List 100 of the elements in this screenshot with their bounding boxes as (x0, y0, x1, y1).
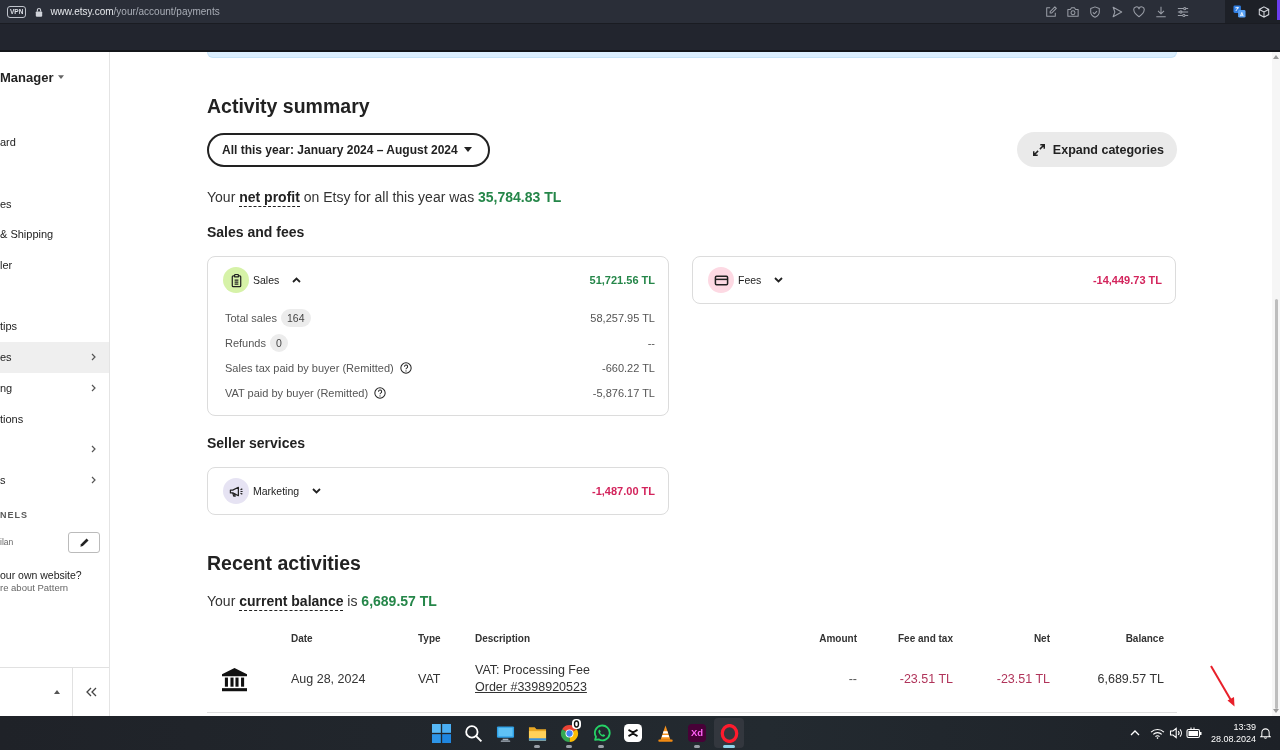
ring-icon (719, 723, 739, 743)
help-icon[interactable] (399, 361, 412, 374)
chevron-up-icon[interactable] (1129, 730, 1140, 736)
channel-name: ilan (0, 537, 14, 548)
sidebar-item[interactable]: es (0, 341, 109, 373)
clock-time[interactable]: 13:39 (1233, 721, 1256, 733)
promo-title: our own website? (0, 568, 83, 583)
search-icon (463, 723, 483, 743)
line-item-label: Refunds (225, 336, 266, 349)
lock-icon (35, 6, 44, 17)
type-cell-text: VAT (418, 672, 442, 686)
line-item-value: -5,876.17 TL (592, 386, 655, 399)
net-cell-text: -23.51 TL (995, 672, 1050, 686)
collapse-sidebar-icon[interactable] (85, 687, 97, 697)
amount-cell-text: -- (847, 672, 857, 686)
section-heading: Seller services (207, 434, 307, 453)
monitor-icon (495, 723, 515, 743)
line-item-label: Sales tax paid by buyer (Remitted) (225, 361, 394, 374)
count-badge: 164 (281, 308, 311, 327)
fee-cell-text: -23.51 TL (898, 672, 953, 686)
date-range-dropdown[interactable]: All this year: January 2024 – August 2024 (207, 132, 490, 167)
expand-categories-button[interactable]: Expand categories (1016, 132, 1177, 167)
category-total: 51,721.56 TL (589, 274, 655, 286)
section-title: Activity summary (207, 94, 371, 118)
shop-manager-menu[interactable]: Manager (0, 52, 109, 102)
send-icon[interactable] (1111, 5, 1123, 18)
category-toggle[interactable]: Marketing (253, 485, 322, 497)
column-header: Date (291, 632, 314, 644)
expand-icon (1031, 142, 1046, 157)
sidebar-item[interactable]: tips (0, 311, 109, 342)
credit-card-icon (708, 267, 734, 293)
category-toggle[interactable]: Fees (738, 274, 784, 286)
sidebar-item[interactable]: ng (0, 372, 109, 404)
balance-cell-text: 6,689.57 TL (1096, 672, 1164, 686)
help-icon[interactable] (374, 386, 387, 399)
taskbar-button[interactable]: Xd (682, 718, 712, 748)
clipboard-icon (223, 267, 249, 293)
sidebar-item[interactable]: ler (0, 249, 109, 281)
category-total: -1,487.00 TL (592, 485, 655, 497)
shield-icon[interactable] (1089, 5, 1101, 18)
learn-more-link[interactable]: re about Pattern (0, 582, 109, 594)
column-header: Net (1032, 632, 1050, 644)
line-item-label: Total sales (225, 311, 277, 324)
sliders-icon[interactable] (1177, 5, 1189, 18)
edit-icon[interactable] (1045, 5, 1057, 18)
start-icon (431, 723, 451, 743)
camera-icon[interactable] (1067, 5, 1079, 18)
line-item-value: -660.22 TL (602, 361, 655, 374)
taskbar-button[interactable] (714, 718, 744, 748)
download-icon[interactable] (1155, 5, 1167, 18)
translate-icon[interactable] (1233, 5, 1246, 18)
bank-icon (221, 666, 248, 692)
net-profit-sentence: Your net profit on Etsy for all this year was 35,784.83 TL (207, 188, 563, 207)
section-label: NELS (0, 509, 29, 523)
caret-up-icon[interactable] (54, 690, 60, 694)
megaphone-icon (223, 478, 249, 504)
edit-button[interactable] (68, 531, 100, 553)
caret-down-icon (463, 147, 472, 152)
heart-icon[interactable] (1133, 5, 1145, 18)
scrollbar[interactable] (1272, 52, 1280, 716)
description-cell: VAT: Processing Fee (475, 662, 590, 679)
speaker-icon[interactable] (1168, 727, 1183, 739)
chat-bubble-icon (591, 723, 611, 743)
clock-date[interactable]: 28.08.2024 (1210, 733, 1256, 745)
section-title: Recent activities (207, 551, 362, 575)
traffic-cone-icon (655, 723, 675, 743)
column-header: Type (418, 632, 442, 644)
bell-icon[interactable] (1260, 727, 1271, 739)
pencil-icon (78, 536, 90, 548)
column-header: Description (475, 632, 531, 644)
column-header: Amount (818, 632, 857, 644)
column-header: Fee and tax (896, 632, 953, 644)
caret-down-icon (58, 75, 65, 79)
sidebar-item[interactable]: es (0, 188, 109, 220)
order-link[interactable]: Order #3398920523 (475, 679, 587, 696)
cube-icon[interactable] (1258, 5, 1270, 18)
current-balance-term[interactable]: current balance (239, 593, 344, 611)
sidebar-item[interactable]: & Shipping (0, 219, 109, 250)
category-toggle[interactable]: Sales (253, 274, 302, 286)
wifi-icon[interactable] (1149, 727, 1165, 739)
accent-bar (1277, 0, 1280, 20)
section-heading: Sales and fees (207, 223, 306, 242)
address-bar[interactable]: www.etsy.com/your/account/payments (50, 6, 220, 17)
count-badge: 0 (270, 333, 288, 352)
app-logo: Xd (688, 724, 706, 742)
rounded-square-icon (624, 724, 642, 742)
line-item-label: VAT paid by buyer (Remitted) (225, 386, 369, 399)
balance-sentence: Your current balance is 6,689.57 TL (207, 592, 438, 611)
line-item-value: -- (647, 336, 655, 349)
net-profit-term[interactable]: net profit (239, 189, 300, 207)
column-header: Balance (1124, 632, 1164, 644)
sidebar-item[interactable]: tions (0, 403, 109, 434)
category-total: -14,449.73 TL (1092, 274, 1162, 286)
date-cell-text: Aug 28, 2024 (291, 672, 367, 686)
line-item-value: 58,257.95 TL (590, 311, 655, 324)
battery-icon[interactable] (1185, 727, 1202, 739)
round-logo-icon (559, 723, 579, 743)
sidebar-item[interactable]: ard (0, 127, 109, 158)
sidebar-item[interactable]: s (0, 464, 109, 496)
badge-icon (572, 719, 581, 729)
